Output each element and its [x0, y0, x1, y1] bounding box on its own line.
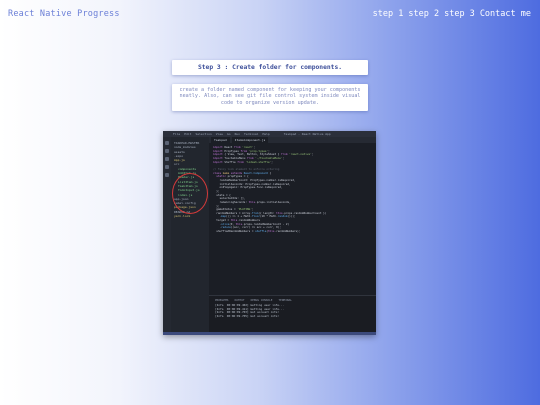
- status-bar: [163, 332, 376, 335]
- search-icon: [165, 149, 169, 153]
- extensions-icon: [165, 173, 169, 177]
- nav-step-2[interactable]: step 2: [408, 9, 439, 19]
- menu-help: Help: [262, 132, 270, 136]
- menu-go: Go: [226, 132, 231, 136]
- nav-step-3[interactable]: step 3: [444, 9, 475, 19]
- panel-tab: TERMINAL: [278, 298, 292, 302]
- step-title-card: Step 3 : Create folder for components.: [172, 60, 368, 75]
- debug-icon: [165, 165, 169, 169]
- vscode-screenshot: File Edit Selection View Go Run Terminal…: [163, 131, 376, 335]
- editor-tab: Taskpad: [211, 137, 230, 143]
- code-editor: Taskpad ItemsComponent.js import React f…: [209, 137, 376, 295]
- terminal-line: [Info 00:06:09.705] Got account info!: [215, 314, 279, 319]
- step-description-card: create a folder named component for keep…: [172, 84, 368, 111]
- menu-view: View: [215, 132, 223, 136]
- panel-tab: OUTPUT: [234, 298, 245, 302]
- bottom-panel: PROBLEMS OUTPUT DEBUG CONSOLE TERMINAL […: [209, 295, 376, 335]
- files-icon: [165, 141, 169, 145]
- menu-file: File: [173, 132, 181, 136]
- git-icon: [165, 157, 169, 161]
- nav-step-1[interactable]: step 1: [373, 9, 404, 19]
- highlight-circle: [172, 173, 208, 214]
- panel-tab: DEBUG CONSOLE: [250, 298, 273, 302]
- menu-edit: Edit: [184, 132, 192, 136]
- menu-selection: Selection: [195, 132, 212, 136]
- nav-contact[interactable]: Contact me: [480, 9, 531, 19]
- menu-terminal: Terminal: [244, 132, 259, 136]
- window-title: Taskpad - React Native App: [283, 132, 331, 136]
- explorer-item: yarn.lock: [174, 214, 191, 219]
- top-nav: step 1 step 2 step 3 Contact me: [373, 9, 531, 19]
- activity-bar: [163, 137, 171, 335]
- editor-tabs: Taskpad ItemsComponent.js: [209, 137, 376, 143]
- file-explorer: TASKPAD-MASTER node_modules assets .expo…: [171, 137, 209, 335]
- editor-tab: ItemsComponent.js: [231, 137, 269, 143]
- menu-run: Run: [234, 132, 241, 136]
- panel-tab: PROBLEMS: [215, 298, 229, 302]
- code-lines: import React from 'react'; import PropTy…: [213, 145, 327, 234]
- site-brand[interactable]: React Native Progress: [8, 9, 120, 19]
